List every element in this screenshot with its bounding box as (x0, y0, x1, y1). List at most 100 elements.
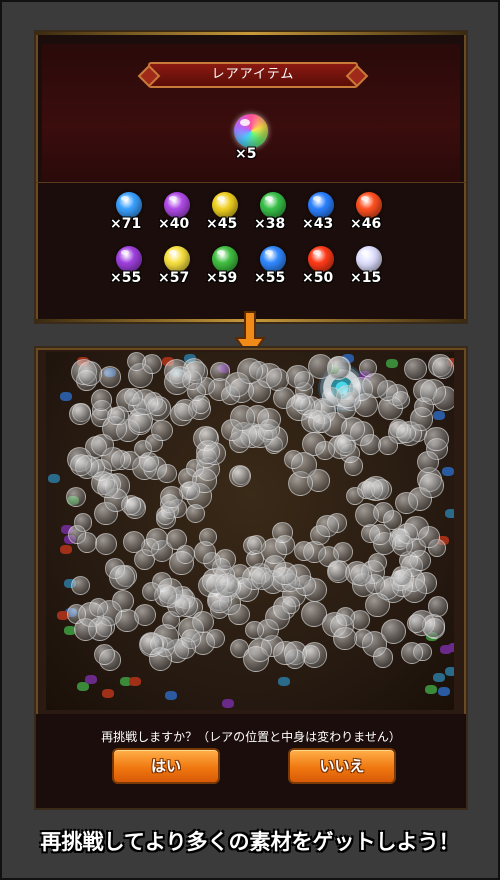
glass-ball (78, 361, 103, 386)
cave-gem (438, 687, 450, 696)
glass-ball (248, 638, 272, 662)
glass-ball (229, 465, 251, 487)
cave-gem (129, 677, 141, 686)
material-orb-icon (116, 246, 142, 272)
cave-gem (386, 359, 398, 368)
material-orb-qty: ×40 (158, 216, 189, 232)
glass-ball (291, 393, 309, 411)
glass-ball (333, 542, 353, 562)
material-orb-qty: ×38 (254, 216, 285, 232)
material-orb-icon (260, 246, 286, 272)
material-orb-qty: ×43 (302, 216, 333, 232)
cave-gem (433, 411, 445, 420)
material-orb-qty: ×50 (302, 270, 333, 286)
glass-ball (395, 492, 417, 514)
cave-gem (85, 675, 97, 684)
glass-ball (419, 473, 444, 498)
glass-ball (344, 456, 363, 475)
glass-ball (407, 614, 426, 633)
glass-ball (424, 427, 449, 452)
glass-ball (176, 545, 195, 564)
glass-ball (134, 604, 157, 627)
material-orb-qty: ×45 (206, 216, 237, 232)
glass-ball (313, 414, 331, 432)
cave-gem (60, 545, 72, 554)
glass-ball (99, 366, 121, 388)
glass-ball (378, 436, 397, 455)
retry-message: 再挑戦しますか？（レアの位置と中身は変わりません） (36, 728, 466, 745)
material-orb-icon (356, 246, 382, 272)
material-orb-icon (212, 192, 238, 218)
glass-ball (196, 440, 220, 464)
glass-ball (327, 356, 350, 379)
glass-ball (182, 370, 202, 390)
glass-ball (157, 464, 177, 484)
glass-ball (151, 420, 173, 442)
glass-ball (69, 403, 91, 425)
glass-ball (89, 598, 108, 617)
glass-ball (251, 567, 274, 590)
retry-dialog: 再挑戦しますか？（レアの位置と中身は変わりません） はい いいえ (36, 714, 466, 808)
glass-ball (315, 441, 334, 460)
material-orb-icon (356, 192, 382, 218)
glass-ball (181, 481, 200, 500)
glass-ball (396, 424, 415, 443)
glass-ball (273, 562, 297, 586)
glass-ball (66, 487, 86, 507)
glass-ball (381, 619, 406, 644)
glass-ball (109, 565, 134, 590)
glass-ball (275, 535, 295, 555)
glass-ball (148, 398, 167, 417)
yes-button[interactable]: はい (112, 748, 220, 784)
rainbow-orb-icon (234, 114, 268, 148)
glass-ball (354, 393, 378, 417)
glass-ball (409, 550, 431, 572)
material-orb-qty: ×71 (110, 216, 141, 232)
glass-ball (149, 647, 172, 670)
glass-ball (284, 450, 303, 469)
panel-border-top (36, 32, 466, 35)
glass-ball (392, 391, 410, 409)
glass-ball (302, 642, 327, 667)
material-orb-icon (260, 192, 286, 218)
glass-ball (373, 647, 394, 668)
glass-ball (333, 627, 356, 650)
glass-ball (142, 582, 161, 601)
material-orb-qty: ×55 (254, 270, 285, 286)
glass-ball (192, 395, 210, 413)
glass-ball (206, 629, 225, 648)
material-orb-icon (164, 246, 190, 272)
glass-ball (383, 510, 402, 529)
rare-items-title: レアアイテム (148, 62, 358, 88)
glass-ball (95, 533, 117, 555)
cave-board (46, 352, 454, 710)
glass-ball (237, 358, 263, 384)
footer-caption: 再挑戦してより多くの素材をゲットしよう！ (0, 826, 500, 856)
cave-gem (442, 467, 454, 476)
rare-items-panel: レアアイテム ×5 ×71 ×40 ×45 ×38 ×43 ×46 ×55 ×57 ×59 ×5… (34, 30, 468, 324)
glass-ball (186, 504, 205, 523)
glass-ball (392, 534, 413, 555)
glass-ball (273, 641, 297, 665)
material-orb-icon (164, 192, 190, 218)
material-orb-icon (308, 192, 334, 218)
glass-ball (257, 408, 280, 431)
glass-ball (286, 365, 309, 388)
glass-ball (404, 358, 427, 381)
glass-ball (401, 642, 423, 664)
glass-ball (282, 596, 300, 614)
no-button[interactable]: いいえ (288, 748, 396, 784)
glass-ball (71, 576, 90, 595)
cave-gem (60, 392, 72, 401)
cave-gem (445, 509, 454, 518)
cave-gem (425, 685, 437, 694)
cave-gem (440, 645, 452, 654)
cave-gem (278, 677, 290, 686)
cave-gem (433, 673, 445, 682)
cave-gem (48, 474, 60, 483)
material-orb-icon (212, 246, 238, 272)
glass-ball (142, 354, 162, 374)
cave-gem (102, 689, 114, 698)
divider (36, 182, 466, 183)
cave-gem (165, 691, 177, 700)
